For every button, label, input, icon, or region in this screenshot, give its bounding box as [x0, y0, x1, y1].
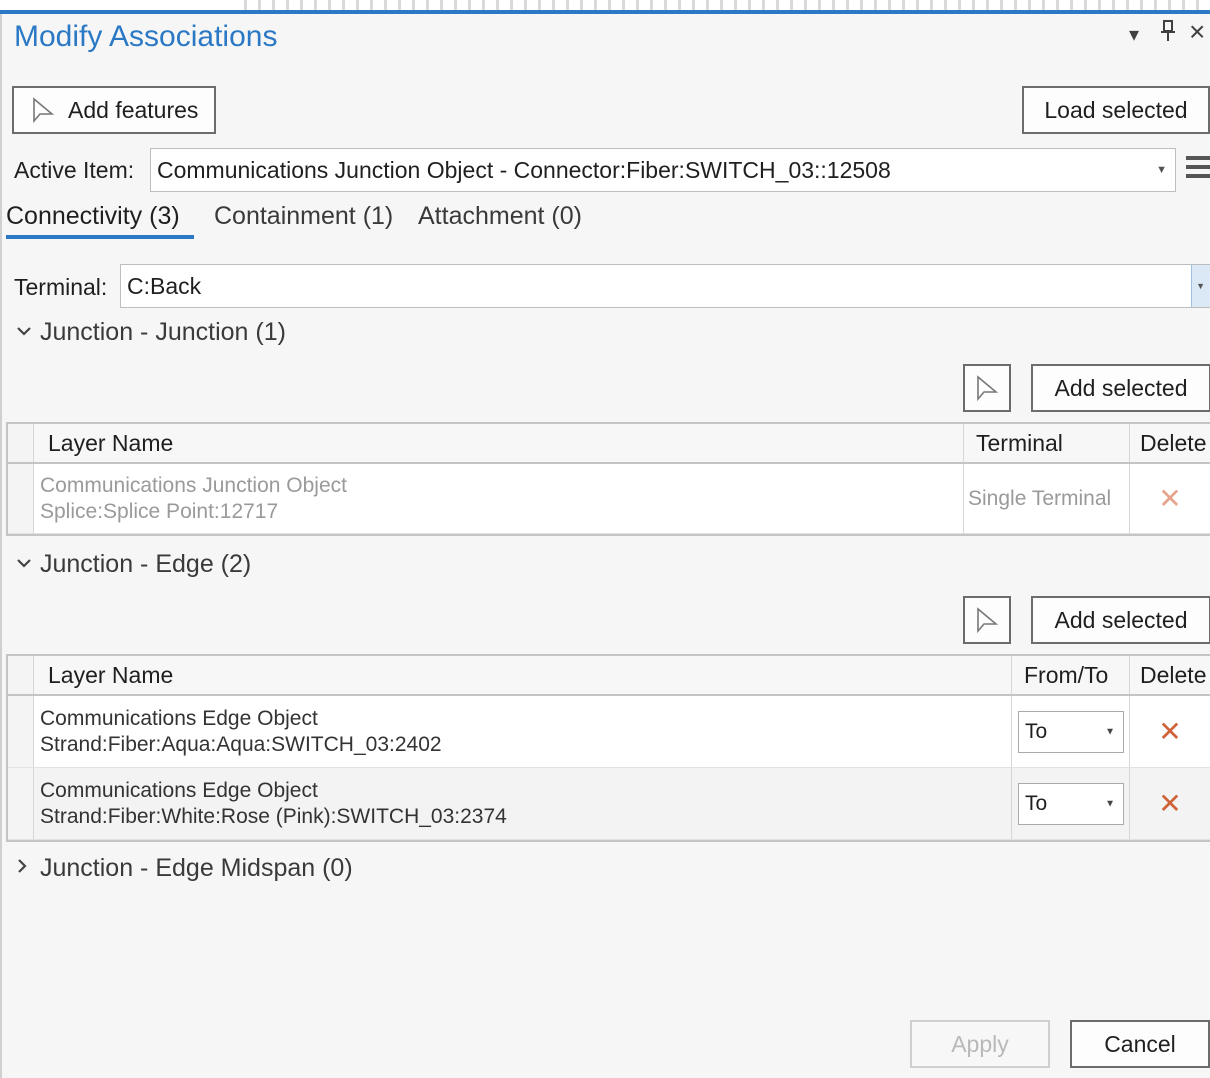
- pane-title: Modify Associations: [14, 20, 278, 53]
- select-features-tool-button[interactable]: [963, 596, 1011, 644]
- feature-id-text: Splice:Splice Point:12717: [40, 499, 279, 523]
- chevron-down-icon: [16, 556, 40, 574]
- active-item-dropdown[interactable]: Communications Junction Object - Connect…: [150, 148, 1176, 192]
- select-cursor-icon: [976, 375, 998, 401]
- column-header-layer-name[interactable]: Layer Name: [34, 424, 964, 462]
- active-item-label: Active Item:: [14, 157, 135, 183]
- terminal-label: Terminal:: [14, 274, 108, 300]
- layer-name-cell: Communications Edge Object Strand:Fiber:…: [34, 768, 1012, 839]
- feature-id-text: Strand:Fiber:Aqua:Aqua:SWITCH_03:2402: [40, 732, 442, 756]
- terminal-dropdown-button[interactable]: ▼: [1191, 265, 1210, 307]
- add-features-label: Add features: [68, 96, 199, 123]
- chevron-down-icon: [16, 324, 40, 342]
- row-gutter: [8, 656, 34, 694]
- section-junction-edge-midspan-header[interactable]: Junction - Edge Midspan (0): [16, 854, 353, 883]
- section-junction-edge-header[interactable]: Junction - Edge (2): [16, 550, 251, 579]
- section-junction-edge-midspan-title: Junction - Edge Midspan (0): [40, 854, 353, 882]
- delete-icon[interactable]: ✕: [1130, 696, 1210, 767]
- layer-name-cell: Communications Edge Object Strand:Fiber:…: [34, 696, 1012, 767]
- select-features-tool-button[interactable]: [963, 364, 1011, 412]
- delete-icon[interactable]: ✕: [1130, 464, 1210, 533]
- section-junction-junction-header[interactable]: Junction - Junction (1): [16, 318, 286, 347]
- row-gutter: [8, 464, 34, 533]
- section-junction-edge-title: Junction - Edge (2): [40, 550, 252, 578]
- from-to-dropdown[interactable]: To ▼: [1018, 710, 1124, 753]
- pin-icon[interactable]: [1160, 20, 1176, 48]
- layer-name-cell: Communications Junction Object Splice:Sp…: [34, 464, 964, 533]
- add-selected-button[interactable]: Add selected: [1031, 596, 1210, 644]
- dropdown-arrow-icon: ▼: [1105, 726, 1115, 737]
- modify-associations-pane: Modify Associations ▾ × Add features Loa…: [0, 14, 1210, 1078]
- pane-menu-chevron-icon[interactable]: ▾: [1129, 22, 1139, 47]
- table-row[interactable]: Communications Edge Object Strand:Fiber:…: [8, 696, 1210, 768]
- select-cursor-icon: [32, 97, 54, 123]
- junction-junction-table: Layer Name Terminal Delete Communication…: [6, 422, 1210, 536]
- layer-type-text: Communications Edge Object: [40, 706, 318, 730]
- delete-icon[interactable]: ✕: [1130, 768, 1210, 839]
- terminal-value: C:Back: [127, 272, 202, 299]
- section-junction-junction-title: Junction - Junction (1): [40, 318, 286, 346]
- add-features-button[interactable]: Add features: [12, 86, 216, 134]
- table-header: Layer Name Terminal Delete: [8, 424, 1210, 464]
- dropdown-arrow-icon: ▼: [1105, 798, 1115, 809]
- from-to-cell: To ▼: [1012, 768, 1130, 839]
- select-cursor-icon: [976, 607, 998, 633]
- terminal-dropdown[interactable]: C:Back ▼: [120, 264, 1210, 308]
- from-to-value: To: [1025, 719, 1048, 743]
- from-to-cell: To ▼: [1012, 696, 1130, 767]
- apply-button[interactable]: Apply: [910, 1020, 1050, 1068]
- row-gutter: [8, 424, 34, 462]
- column-header-terminal[interactable]: Terminal: [964, 424, 1130, 462]
- column-header-delete: Delete: [1140, 661, 1207, 688]
- active-item-value: Communications Junction Object - Connect…: [157, 156, 891, 183]
- column-header-layer-name[interactable]: Layer Name: [34, 656, 1012, 694]
- dropdown-arrow-icon: ▼: [1156, 164, 1167, 176]
- table-row[interactable]: Communications Edge Object Strand:Fiber:…: [8, 768, 1210, 840]
- terminal-cell: Single Terminal: [964, 464, 1130, 533]
- close-icon[interactable]: ×: [1189, 16, 1205, 48]
- table-row[interactable]: Communications Junction Object Splice:Sp…: [8, 464, 1210, 534]
- junction-edge-table: Layer Name From/To Delete Communications…: [6, 654, 1210, 842]
- load-selected-button[interactable]: Load selected: [1022, 86, 1210, 134]
- tab-connectivity[interactable]: Connectivity (3): [6, 202, 180, 231]
- column-header-from-to[interactable]: From/To: [1012, 656, 1130, 694]
- tab-containment[interactable]: Containment (1): [214, 202, 393, 231]
- active-tab-indicator: [6, 235, 194, 239]
- row-gutter: [8, 768, 34, 839]
- table-header: Layer Name From/To Delete: [8, 656, 1210, 696]
- layer-type-text: Communications Junction Object: [40, 473, 347, 497]
- row-gutter: [8, 696, 34, 767]
- from-to-value: To: [1025, 791, 1048, 815]
- tab-attachment[interactable]: Attachment (0): [418, 202, 582, 231]
- chevron-right-icon: [16, 858, 40, 879]
- options-menu-icon[interactable]: [1186, 156, 1210, 183]
- dropdown-arrow-icon: ▼: [1196, 281, 1205, 291]
- feature-id-text: Strand:Fiber:White:Rose (Pink):SWITCH_03…: [40, 804, 507, 828]
- add-selected-button[interactable]: Add selected: [1031, 364, 1210, 412]
- pin-glyph-icon: [1161, 20, 1175, 41]
- from-to-dropdown[interactable]: To ▼: [1018, 782, 1124, 825]
- column-header-delete: Delete: [1140, 429, 1207, 456]
- cancel-button[interactable]: Cancel: [1070, 1020, 1210, 1068]
- layer-type-text: Communications Edge Object: [40, 778, 318, 802]
